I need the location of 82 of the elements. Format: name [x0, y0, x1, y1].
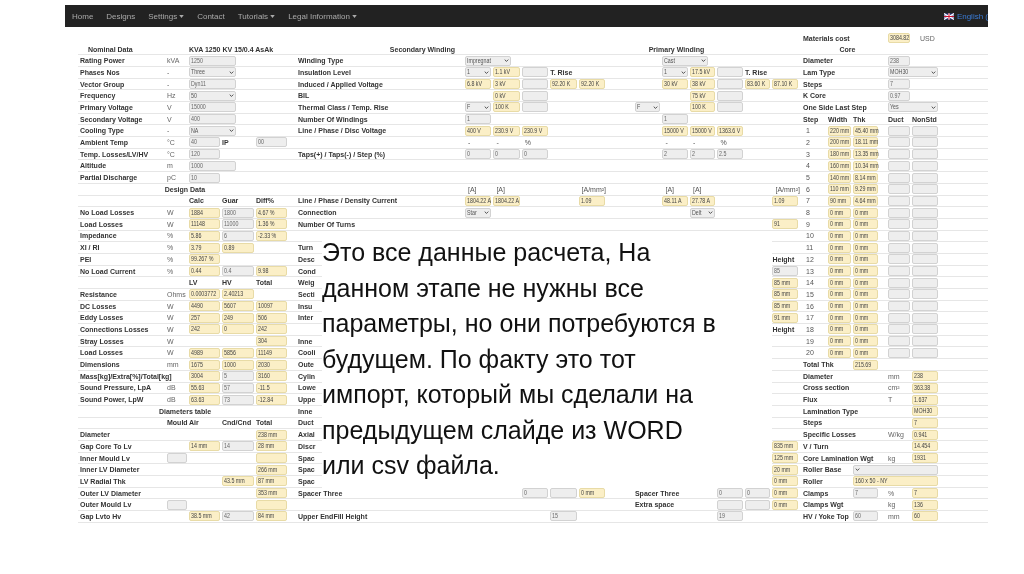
caret-icon	[680, 70, 686, 74]
caret-icon	[701, 59, 707, 63]
input-field[interactable]	[888, 301, 910, 312]
input-field[interactable]	[888, 137, 910, 148]
input-field[interactable]	[888, 230, 910, 241]
input-field[interactable]	[912, 172, 938, 183]
input-field[interactable]	[912, 301, 938, 312]
nav-link[interactable]: Settings	[148, 11, 185, 21]
nav-link[interactable]: Tutorials	[237, 11, 276, 21]
language-link[interactable]: English (	[956, 11, 988, 21]
caret-icon	[229, 94, 234, 98]
input-field[interactable]	[912, 137, 938, 148]
caret-icon	[351, 14, 357, 18]
caret-icon	[484, 105, 490, 109]
input-field[interactable]	[888, 207, 910, 218]
input-field[interactable]	[888, 184, 910, 195]
nav-link[interactable]: Legal Information	[288, 11, 357, 21]
input-field[interactable]	[888, 266, 910, 276]
input-field[interactable]	[888, 254, 910, 265]
caret-icon	[179, 14, 185, 18]
input-field[interactable]	[521, 102, 549, 113]
caret-icon	[484, 70, 490, 74]
caret-icon	[484, 211, 490, 215]
caret-icon	[653, 105, 659, 109]
input-field[interactable]	[717, 102, 743, 113]
input-field[interactable]	[912, 347, 938, 358]
input-field[interactable]	[912, 207, 938, 218]
input-field[interactable]	[167, 499, 187, 510]
dropdown[interactable]	[853, 464, 938, 475]
input-field[interactable]	[888, 336, 910, 347]
input-field[interactable]	[912, 219, 938, 230]
input-field[interactable]	[912, 277, 938, 288]
input-field[interactable]	[888, 195, 910, 206]
input-field[interactable]	[888, 172, 910, 183]
caret-icon	[270, 14, 276, 18]
input-field[interactable]	[912, 266, 938, 276]
input-field[interactable]	[550, 488, 577, 499]
input-field[interactable]	[912, 125, 938, 136]
annotation-text: Это все данные расчета, На данном этапе не нужны все параметры, но они потребуются в будущем. По факту это тот импорт, который мы сделали на предыдущем слайде из WORD или csv файла.	[322, 237, 717, 481]
caret-icon	[229, 129, 234, 133]
input-field[interactable]	[912, 289, 938, 300]
input-field[interactable]	[912, 324, 938, 335]
input-field[interactable]	[744, 499, 771, 510]
input-field[interactable]	[717, 90, 743, 101]
caret-icon	[229, 70, 234, 74]
input-field[interactable]	[912, 195, 938, 206]
caret-icon	[931, 105, 936, 109]
caret-icon	[708, 211, 714, 215]
value-field	[256, 453, 287, 463]
input-field[interactable]	[888, 125, 910, 136]
caret-icon	[504, 59, 509, 63]
input-field[interactable]	[717, 499, 743, 510]
input-field[interactable]	[888, 347, 910, 358]
input-field[interactable]	[717, 79, 743, 89]
input-field[interactable]	[521, 67, 549, 78]
caret-icon	[931, 70, 936, 74]
input-field[interactable]	[888, 160, 910, 171]
input-field[interactable]	[912, 336, 938, 347]
nav-link[interactable]: Home	[72, 11, 94, 21]
input-field[interactable]	[717, 67, 743, 78]
input-field[interactable]	[888, 324, 910, 335]
input-field[interactable]	[888, 277, 910, 288]
input-field[interactable]	[167, 453, 187, 463]
value-field	[256, 499, 287, 510]
caret-icon	[855, 468, 860, 472]
input-field[interactable]	[888, 242, 910, 253]
input-field[interactable]	[888, 312, 910, 323]
input-field[interactable]	[912, 312, 938, 323]
flag-icon	[943, 12, 954, 20]
input-field[interactable]	[912, 254, 938, 265]
input-field[interactable]	[912, 160, 938, 171]
nav-link[interactable]: Contact	[197, 11, 225, 21]
nav-link[interactable]: Designs	[106, 11, 136, 21]
input-field[interactable]	[912, 242, 938, 253]
input-field[interactable]	[888, 289, 910, 300]
input-field[interactable]	[912, 230, 938, 241]
input-field[interactable]	[888, 219, 910, 230]
input-field[interactable]	[912, 149, 938, 160]
input-field[interactable]	[521, 79, 549, 89]
input-field[interactable]	[521, 90, 549, 101]
input-field[interactable]	[912, 184, 938, 195]
input-field[interactable]	[888, 149, 910, 160]
